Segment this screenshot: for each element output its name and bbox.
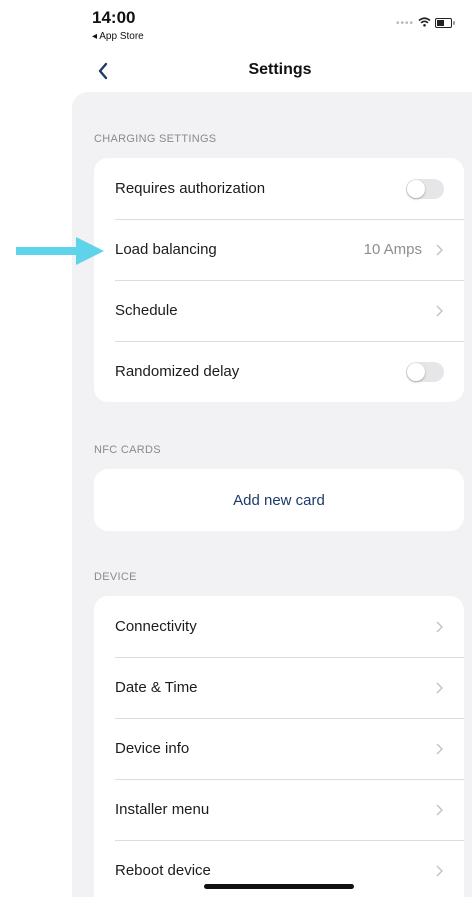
chevron-right-icon <box>434 620 444 633</box>
row-label: Device info <box>115 740 190 757</box>
load-balancing-value: 10 Amps <box>363 241 422 258</box>
row-randomized-delay: Randomized delay <box>94 341 464 402</box>
chevron-right-icon <box>434 864 444 877</box>
row-requires-authorization: Requires authorization <box>94 158 464 219</box>
row-schedule[interactable]: Schedule <box>94 280 464 341</box>
row-label: Load balancing <box>115 241 217 258</box>
row-label: Reboot device <box>115 862 211 879</box>
nfc-cards-card: Add new card <box>94 469 464 531</box>
row-label: Requires authorization <box>115 180 266 197</box>
requires-authorization-toggle[interactable] <box>406 178 444 199</box>
home-indicator[interactable] <box>204 884 354 889</box>
row-load-balancing[interactable]: Load balancing 10 Amps <box>94 219 464 280</box>
row-label: Schedule <box>115 302 178 319</box>
row-installer-menu[interactable]: Installer menu <box>94 779 464 840</box>
back-to-app-store-link[interactable]: ◂ App Store <box>92 31 144 42</box>
add-new-card-button[interactable]: Add new card <box>94 469 464 531</box>
row-label: Date & Time <box>115 679 198 696</box>
chevron-right-icon <box>434 681 444 694</box>
section-header-device: DEVICE <box>94 571 137 583</box>
chevron-right-icon <box>434 304 444 317</box>
row-label: Randomized delay <box>115 363 240 380</box>
battery-icon <box>435 18 456 28</box>
highlight-arrow-icon <box>16 237 104 265</box>
row-label: Connectivity <box>115 618 197 635</box>
row-date-time[interactable]: Date & Time <box>94 657 464 718</box>
chevron-right-icon <box>434 243 444 256</box>
row-label: Installer menu <box>115 801 210 818</box>
wifi-icon <box>418 14 431 32</box>
row-connectivity[interactable]: Connectivity <box>94 596 464 657</box>
randomized-delay-toggle[interactable] <box>406 361 444 382</box>
status-icons: •••• <box>396 14 456 32</box>
chevron-right-icon <box>434 742 444 755</box>
page-title: Settings <box>248 61 312 78</box>
row-device-info[interactable]: Device info <box>94 718 464 779</box>
toggle-knob <box>407 179 425 198</box>
section-header-charging: CHARGING SETTINGS <box>94 133 217 145</box>
device-card: Connectivity Date & Time Device info Ins… <box>94 596 464 897</box>
chevron-right-icon <box>434 803 444 816</box>
status-time: 14:00 <box>92 8 136 27</box>
toggle-knob <box>407 362 425 381</box>
signal-icon: •••• <box>396 17 415 29</box>
section-header-nfc: NFC CARDS <box>94 444 161 456</box>
charging-settings-card: Requires authorization Load balancing 10… <box>94 158 464 402</box>
